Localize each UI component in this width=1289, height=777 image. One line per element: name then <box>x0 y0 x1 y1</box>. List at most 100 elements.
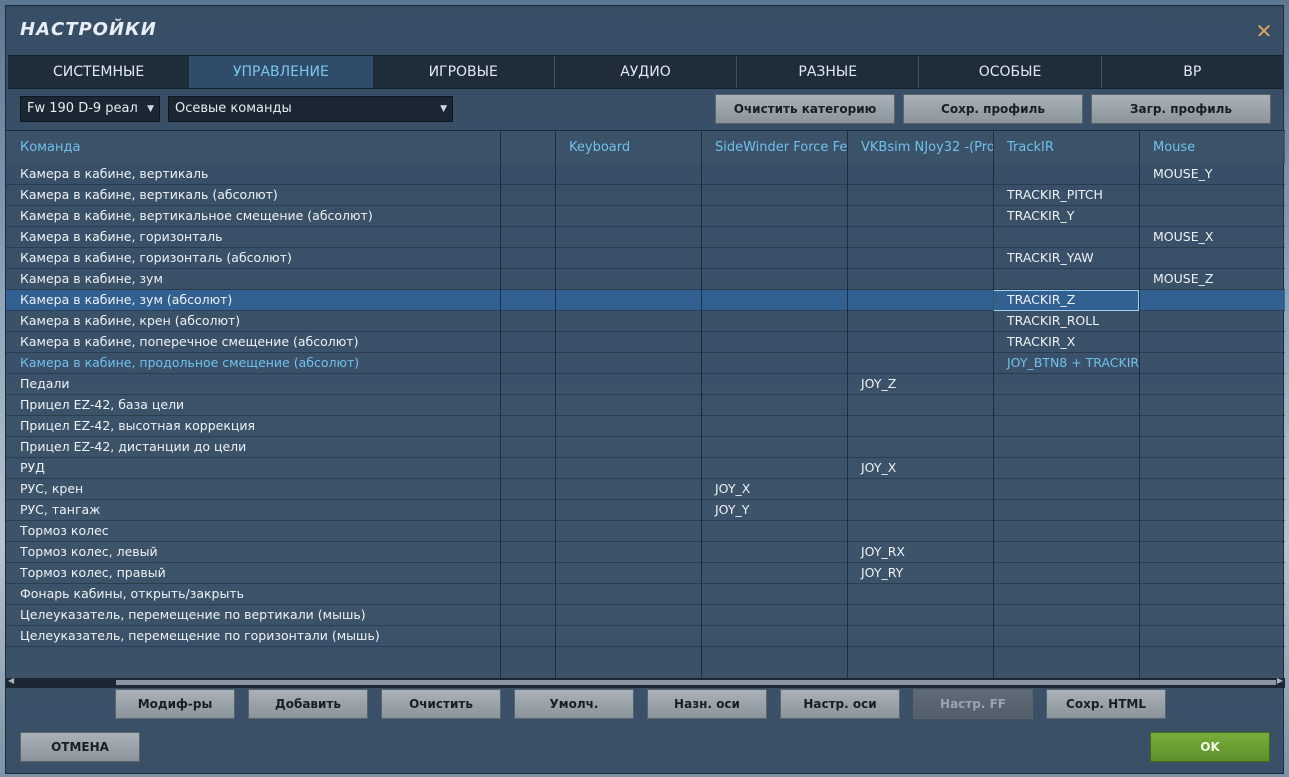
binding-cell[interactable]: JOY_X <box>847 458 993 479</box>
binding-cell[interactable] <box>1139 500 1285 521</box>
binding-cell[interactable]: JOY_RX <box>847 542 993 563</box>
tab-2[interactable]: ИГРОВЫЕ <box>372 56 555 88</box>
binding-cell[interactable] <box>993 626 1139 647</box>
binding-cell[interactable] <box>847 521 993 542</box>
command-cell[interactable]: Камера в кабине, зум (абсолют) <box>6 290 500 311</box>
command-cell[interactable]: Камера в кабине, вертикаль <box>6 164 500 185</box>
binding-cell[interactable] <box>701 248 847 269</box>
binding-cell[interactable] <box>555 416 701 437</box>
action-button-7[interactable]: Сохр. HTML <box>1046 689 1166 719</box>
table-row[interactable]: Камера в кабине, горизонталь MOUSE_X <box>6 227 1285 248</box>
column-header-5[interactable]: VKBsim NJoy32 -(Pro) <box>847 131 993 164</box>
command-cell[interactable]: Камера в кабине, поперечное смещение (аб… <box>6 332 500 353</box>
table-row[interactable]: Камера в кабине, зум (абсолют) TRACKIR_Z <box>6 290 1285 311</box>
table-row[interactable]: Камера в кабине, зум MOUSE_Z <box>6 269 1285 290</box>
command-cell[interactable]: Камера в кабине, зум <box>6 269 500 290</box>
binding-cell[interactable]: JOY_Z <box>847 374 993 395</box>
binding-cell[interactable] <box>1139 542 1285 563</box>
command-cell[interactable]: РУС, тангаж <box>6 500 500 521</box>
action-button-1[interactable]: Добавить <box>248 689 368 719</box>
binding-cell[interactable] <box>1139 521 1285 542</box>
binding-cell[interactable] <box>500 248 555 269</box>
binding-cell[interactable] <box>701 206 847 227</box>
binding-cell[interactable] <box>500 164 555 185</box>
table-row[interactable]: Фонарь кабины, открыть/закрыть <box>6 584 1285 605</box>
binding-cell[interactable] <box>500 542 555 563</box>
scrollbar-thumb[interactable] <box>116 680 1276 685</box>
binding-cell[interactable] <box>500 584 555 605</box>
binding-cell[interactable] <box>993 521 1139 542</box>
binding-cell[interactable] <box>847 605 993 626</box>
binding-cell[interactable] <box>500 626 555 647</box>
column-header-3[interactable]: Keyboard <box>555 131 701 164</box>
binding-cell[interactable] <box>555 248 701 269</box>
binding-cell[interactable] <box>701 164 847 185</box>
command-cell[interactable]: РУД <box>6 458 500 479</box>
binding-cell[interactable] <box>993 416 1139 437</box>
binding-cell[interactable]: TRACKIR_YAW <box>993 248 1139 269</box>
binding-cell[interactable] <box>500 353 555 374</box>
binding-cell[interactable] <box>993 500 1139 521</box>
binding-cell[interactable] <box>701 437 847 458</box>
binding-cell[interactable] <box>701 605 847 626</box>
table-row[interactable]: Камера в кабине, продольное смещение (аб… <box>6 353 1285 374</box>
table-row[interactable]: Тормоз колес, левый JOY_RX <box>6 542 1285 563</box>
binding-cell[interactable] <box>500 227 555 248</box>
table-row[interactable]: Камера в кабине, вертикаль (абсолют) TRAC… <box>6 185 1285 206</box>
binding-cell[interactable] <box>993 395 1139 416</box>
table-row[interactable]: Камера в кабине, крен (абсолют) TRACKIR_R… <box>6 311 1285 332</box>
binding-cell[interactable] <box>847 416 993 437</box>
binding-cell[interactable] <box>847 584 993 605</box>
binding-cell[interactable] <box>847 248 993 269</box>
binding-cell[interactable] <box>500 479 555 500</box>
binding-cell[interactable] <box>1139 479 1285 500</box>
table-row[interactable]: Прицел EZ-42, база цели <box>6 395 1285 416</box>
binding-cell[interactable] <box>555 458 701 479</box>
cancel-button[interactable]: ОТМЕНА <box>20 732 140 762</box>
tab-1[interactable]: УПРАВЛЕНИЕ <box>190 56 373 88</box>
binding-cell[interactable] <box>555 332 701 353</box>
binding-cell[interactable] <box>1139 605 1285 626</box>
table-row[interactable]: Тормоз колес, правый JOY_RY <box>6 563 1285 584</box>
binding-cell[interactable]: MOUSE_X <box>1139 227 1285 248</box>
command-cell[interactable]: Прицел EZ-42, база цели <box>6 395 500 416</box>
command-cell[interactable]: Тормоз колес, правый <box>6 563 500 584</box>
binding-cell[interactable] <box>701 353 847 374</box>
command-cell[interactable]: Камера в кабине, горизонталь (абсолют) <box>6 248 500 269</box>
binding-cell[interactable] <box>847 290 993 311</box>
binding-cell[interactable]: TRACKIR_PITCH <box>993 185 1139 206</box>
binding-cell[interactable] <box>555 290 701 311</box>
binding-cell[interactable]: TRACKIR_Y <box>993 206 1139 227</box>
binding-cell[interactable] <box>555 227 701 248</box>
binding-cell[interactable]: JOY_Y <box>701 500 847 521</box>
table-row[interactable]: РУД JOY_X <box>6 458 1285 479</box>
binding-cell[interactable] <box>1139 332 1285 353</box>
action-button-5[interactable]: Настр. оси <box>780 689 900 719</box>
binding-cell[interactable] <box>847 185 993 206</box>
command-cell[interactable]: Целеуказатель, перемещение по вертикали … <box>6 605 500 626</box>
binding-cell[interactable] <box>847 311 993 332</box>
binding-cell[interactable]: JOY_X <box>701 479 847 500</box>
binding-cell[interactable] <box>500 290 555 311</box>
binding-cell[interactable] <box>1139 374 1285 395</box>
binding-cell[interactable] <box>555 353 701 374</box>
binding-cell[interactable] <box>1139 395 1285 416</box>
binding-cell[interactable] <box>500 437 555 458</box>
aircraft-select[interactable]: Fw 190 D-9 реал ▼ <box>20 96 160 122</box>
binding-cell[interactable] <box>500 374 555 395</box>
binding-cell[interactable] <box>555 269 701 290</box>
binding-cell[interactable] <box>993 458 1139 479</box>
load-profile-button[interactable]: Загр. профиль <box>1091 94 1271 124</box>
binding-cell[interactable] <box>555 542 701 563</box>
command-cell[interactable]: Тормоз колес <box>6 521 500 542</box>
command-cell[interactable]: Камера в кабине, вертикальное смещение (… <box>6 206 500 227</box>
binding-cell[interactable] <box>1139 248 1285 269</box>
binding-cell[interactable]: MOUSE_Z <box>1139 269 1285 290</box>
save-profile-button[interactable]: Сохр. профиль <box>903 94 1083 124</box>
binding-cell[interactable] <box>500 269 555 290</box>
table-row[interactable]: Педали JOY_Z <box>6 374 1285 395</box>
binding-cell[interactable] <box>1139 437 1285 458</box>
column-header-4[interactable]: SideWinder Force Feedback 2 Joystick <box>701 131 847 164</box>
binding-cell[interactable]: TRACKIR_ROLL <box>993 311 1139 332</box>
table-row[interactable]: Камера в кабине, вертикаль MOUSE_Y <box>6 164 1285 185</box>
